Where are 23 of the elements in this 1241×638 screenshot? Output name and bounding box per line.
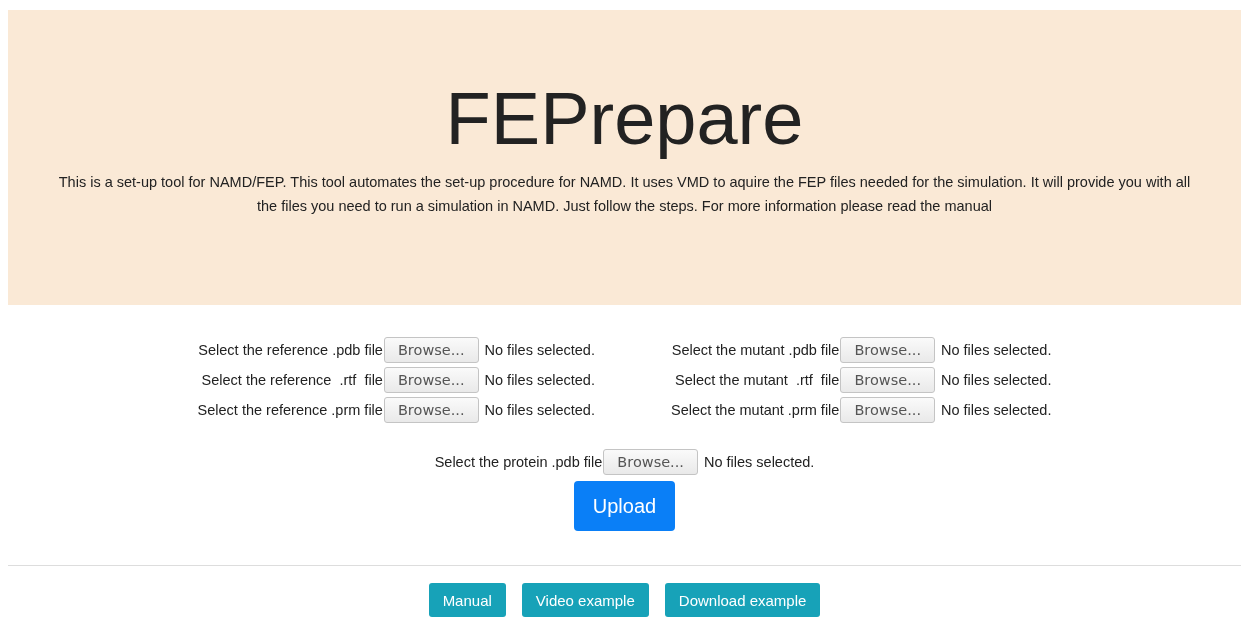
upload-button[interactable]: Upload <box>574 481 675 531</box>
browse-button[interactable]: Browse... <box>603 449 698 475</box>
browse-button[interactable]: Browse... <box>383 337 479 363</box>
file-status: No files selected. <box>484 402 595 418</box>
field-label: Select the mutant .prm file <box>670 402 840 418</box>
field-label: Select the reference .prm file <box>197 402 383 418</box>
description: This is a set-up tool for NAMD/FEP. This tool automates the set-up procedure for NAMD. It uses VMD to aquire the FEP files needed for the simulation. It will provide you with all the files you need to run a simulation in NAMD. Just follow the steps. For more information please read the manual <box>57 173 1192 216</box>
file-status: No files selected. <box>941 342 1052 358</box>
browse-button[interactable]: Browse... <box>840 337 936 363</box>
file-status: No files selected. <box>484 342 595 358</box>
field-label: Select the mutant .rtf file <box>674 372 840 388</box>
browse-button[interactable]: Browse... <box>383 397 479 423</box>
file-status: No files selected. <box>703 454 815 470</box>
browse-button[interactable]: Browse... <box>383 367 479 393</box>
field-label: Select the reference .pdb file <box>197 342 383 358</box>
browse-button[interactable]: Browse... <box>840 397 936 423</box>
file-status: No files selected. <box>941 372 1052 388</box>
field-label: Select the protein .pdb file <box>434 454 603 470</box>
file-status: No files selected. <box>941 402 1052 418</box>
file-status: No files selected. <box>484 372 595 388</box>
field-label: Select the reference .rtf file <box>200 372 383 388</box>
browse-button[interactable]: Browse... <box>840 367 936 393</box>
field-label: Select the mutant .pdb file <box>670 342 840 358</box>
